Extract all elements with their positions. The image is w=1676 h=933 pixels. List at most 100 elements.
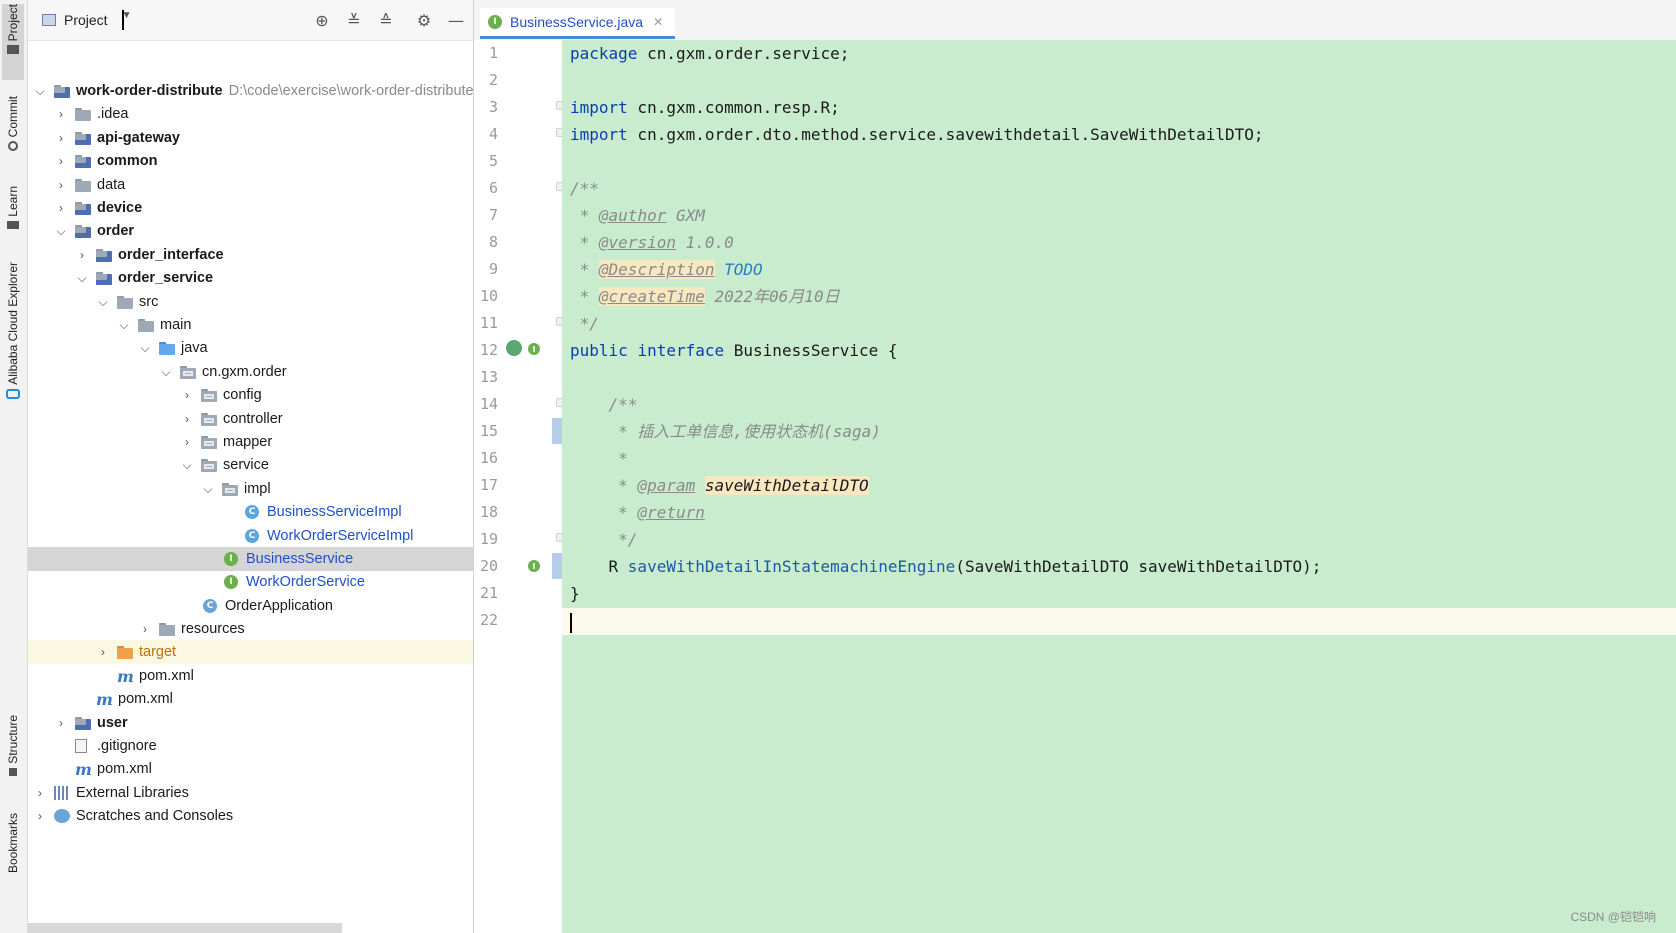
tree-item[interactable]: ⌵ cn.gxm.order	[28, 360, 473, 384]
tree-item[interactable]: m pom.xml	[28, 687, 473, 711]
spring-app-icon: C	[203, 599, 217, 613]
tree-item-label: impl	[244, 481, 271, 497]
tool-tab-structure[interactable]: Structure	[2, 715, 24, 789]
gear-icon[interactable]: ⚙	[415, 11, 433, 30]
chevron-down-icon[interactable]: ⌵	[97, 295, 109, 310]
tool-tab-learn[interactable]: Learn	[2, 186, 24, 238]
chevron-right-icon[interactable]: ›	[34, 809, 46, 823]
code-line: import cn.gxm.order.dto.method.service.s…	[570, 121, 1264, 148]
chevron-down-icon[interactable]: ⌵	[202, 482, 214, 497]
change-marker[interactable]	[552, 553, 562, 579]
package-icon	[222, 482, 238, 496]
chevron-right-icon[interactable]: ›	[181, 412, 193, 426]
tree-item[interactable]: I WorkOrderService	[28, 570, 473, 594]
tree-item[interactable]: m pom.xml	[28, 757, 473, 781]
chevron-down-icon[interactable]: ⌵	[34, 84, 46, 99]
tool-tab-project[interactable]: Project	[2, 4, 24, 80]
tree-item[interactable]: › common	[28, 149, 473, 173]
chevron-right-icon[interactable]: ›	[55, 716, 67, 730]
package-icon	[180, 365, 196, 379]
interface-icon: I	[488, 15, 502, 29]
tree-item[interactable]: ⌵ src	[28, 290, 473, 314]
tree-item[interactable]: › External Libraries	[28, 781, 473, 805]
implementations-icon[interactable]	[506, 340, 522, 356]
structure-icon	[9, 767, 17, 776]
tree-item[interactable]: ⌵ service	[28, 453, 473, 477]
tree-item[interactable]: › Scratches and Consoles	[28, 804, 473, 828]
tree-item[interactable]: ⌵ impl	[28, 477, 473, 501]
tool-tab-commit[interactable]: Commit	[2, 96, 24, 162]
chevron-down-icon[interactable]: ⌵	[139, 341, 151, 356]
code-line: * @author GXM	[570, 202, 705, 229]
tree-item[interactable]: › config	[28, 383, 473, 407]
code-text: cn.gxm.order.service;	[637, 44, 850, 63]
tree-item[interactable]: C BusinessServiceImpl	[28, 500, 473, 524]
folder-icon	[7, 45, 19, 55]
class-icon: C	[245, 529, 259, 543]
chevron-down-icon[interactable]: ⌵	[160, 365, 172, 380]
code-line: R saveWithDetailInStatemachineEngine(Sav…	[570, 553, 1322, 580]
tree-item[interactable]: › order_interface	[28, 243, 473, 267]
folder-icon	[117, 295, 133, 309]
tree-item[interactable]: ⌵ order_service	[28, 266, 473, 290]
tree-item[interactable]: › api-gateway	[28, 126, 473, 150]
implemented-icon[interactable]: I	[528, 343, 540, 355]
tree-item[interactable]: .gitignore	[28, 734, 473, 758]
tree-item[interactable]: › target	[28, 640, 473, 664]
change-marker[interactable]	[552, 418, 562, 444]
tree-item[interactable]: › controller	[28, 407, 473, 431]
tool-tab-alibaba-cloud-explorer[interactable]: Alibaba Cloud Explorer	[2, 262, 24, 414]
editor-tab[interactable]: I BusinessService.java ✕	[480, 8, 676, 39]
code-line	[570, 608, 572, 635]
chevron-right-icon[interactable]: ›	[55, 107, 67, 121]
tree-item-selected[interactable]: I BusinessService	[28, 547, 473, 571]
tree-item[interactable]: ⌵ java	[28, 336, 473, 360]
chevron-down-icon[interactable]: ⌵	[181, 458, 193, 473]
project-view-title: Project	[64, 12, 108, 28]
code-line: /**	[570, 395, 638, 414]
tree-item-label: target	[139, 644, 177, 660]
tree-item[interactable]: m pom.xml	[28, 664, 473, 688]
chevron-right-icon[interactable]: ›	[55, 131, 67, 145]
project-view-selector[interactable]: Project ▼	[42, 10, 131, 30]
code-line: /**	[570, 179, 599, 198]
tree-item-label: order_interface	[118, 247, 224, 263]
tree-item[interactable]: › .idea	[28, 102, 473, 126]
chevron-right-icon[interactable]: ›	[97, 645, 109, 659]
chevron-right-icon[interactable]: ›	[76, 248, 88, 262]
chevron-down-icon[interactable]: ⌵	[55, 224, 67, 239]
chevron-right-icon[interactable]: ›	[34, 786, 46, 800]
tree-item[interactable]: C WorkOrderServiceImpl	[28, 524, 473, 548]
tree-item[interactable]: ⌵ order	[28, 219, 473, 243]
locate-icon[interactable]: ⊕	[313, 11, 331, 30]
hide-icon[interactable]: —	[447, 11, 465, 30]
implemented-icon[interactable]: I	[528, 560, 540, 572]
expand-all-icon[interactable]: ≚	[345, 11, 363, 30]
tree-item[interactable]: ⌵ work-order-distribute D:\code\exercise…	[28, 79, 473, 103]
comment: *	[570, 503, 638, 522]
chevron-right-icon[interactable]: ›	[181, 388, 193, 402]
code-line: public interface BusinessService {	[570, 337, 898, 364]
chevron-right-icon[interactable]: ›	[139, 622, 151, 636]
code-area[interactable]: package cn.gxm.order.service; import cn.…	[562, 40, 1676, 933]
collapse-all-icon[interactable]: ≙	[377, 11, 395, 30]
project-horizontal-scrollbar[interactable]	[28, 923, 342, 933]
resources-folder-icon	[159, 622, 175, 636]
tree-item[interactable]: › data	[28, 173, 473, 197]
tree-item[interactable]: › mapper	[28, 430, 473, 454]
chevron-right-icon[interactable]: ›	[55, 201, 67, 215]
tree-item[interactable]: › device	[28, 196, 473, 220]
close-icon[interactable]: ✕	[653, 15, 663, 29]
tree-item[interactable]: ⌵ main	[28, 313, 473, 337]
line-number: 15	[479, 422, 498, 440]
chevron-right-icon[interactable]: ›	[181, 435, 193, 449]
chevron-right-icon[interactable]: ›	[55, 154, 67, 168]
chevron-down-icon[interactable]: ⌵	[76, 271, 88, 286]
tree-item[interactable]: C OrderApplication	[28, 594, 473, 618]
chevron-down-icon[interactable]: ⌵	[118, 318, 130, 333]
tool-tab-bookmarks[interactable]: Bookmarks	[2, 813, 24, 933]
chevron-right-icon[interactable]: ›	[55, 178, 67, 192]
tree-item[interactable]: › resources	[28, 617, 473, 641]
tree-item[interactable]: › user	[28, 711, 473, 735]
module-folder-icon	[96, 248, 112, 262]
